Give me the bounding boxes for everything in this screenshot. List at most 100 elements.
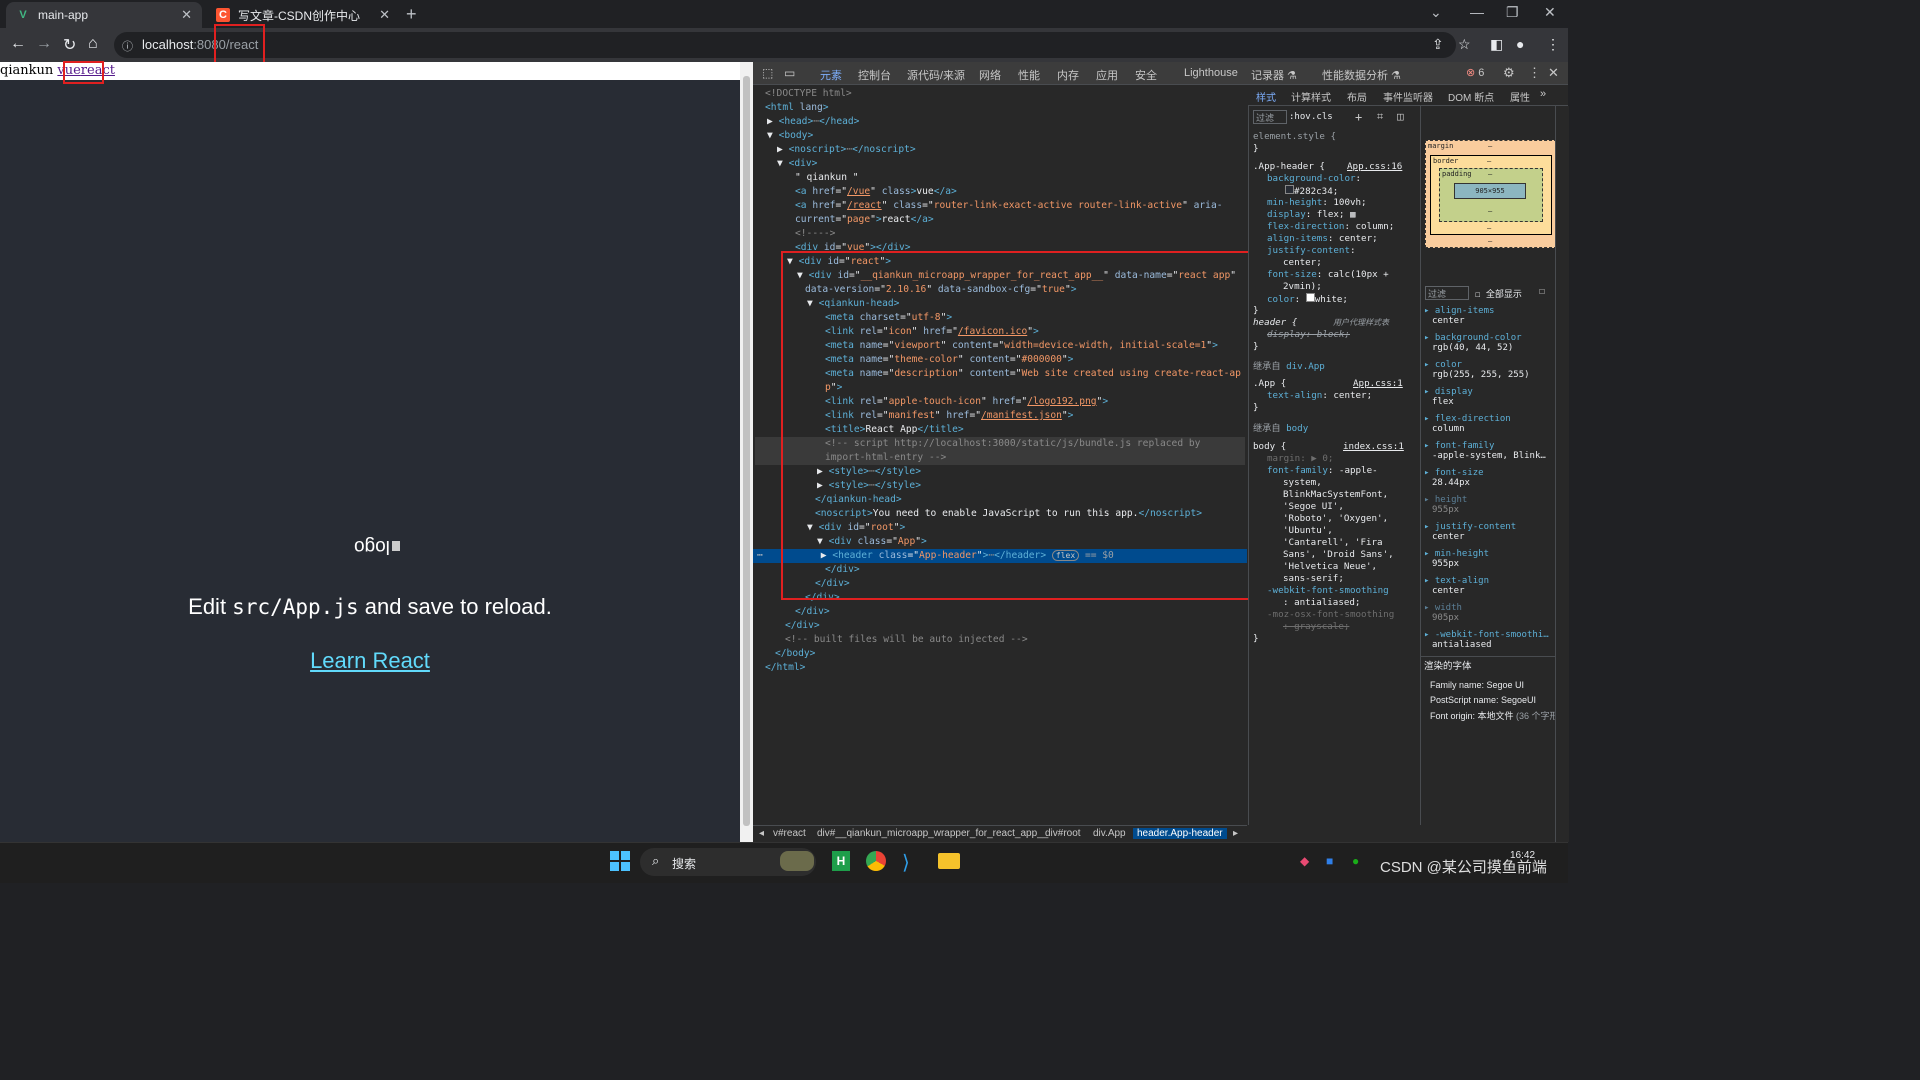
style-decl[interactable]: 'Cantarell', 'Fira — [1283, 537, 1383, 548]
style-rule[interactable]: header { — [1253, 317, 1297, 328]
home-icon[interactable]: ⌂ — [88, 35, 98, 53]
style-decl[interactable]: text-align: center; — [1267, 390, 1372, 401]
restore-icon[interactable]: ❐ — [1506, 4, 1519, 21]
more-tabs-icon[interactable]: » — [1540, 88, 1546, 100]
style-source-link[interactable]: App.css:1 — [1353, 378, 1403, 389]
style-decl[interactable]: display: flex; ▦ — [1267, 209, 1356, 220]
breadcrumb-item[interactable]: v#react — [773, 828, 806, 839]
style-decl[interactable]: sans-serif; — [1283, 573, 1344, 584]
windows-start-icon[interactable] — [610, 851, 630, 871]
scroll-thumb[interactable] — [743, 76, 750, 826]
close-window-icon[interactable]: ✕ — [1544, 4, 1556, 21]
dom-line[interactable]: </div> — [795, 605, 830, 619]
dom-line[interactable]: ▶ <head>⋯</head> — [767, 115, 859, 129]
dom-line[interactable]: <!----> — [795, 227, 835, 241]
paint-icon[interactable]: ⌗ — [1377, 110, 1383, 124]
style-decl[interactable]: -webkit-font-smoothing — [1267, 585, 1389, 596]
computed-property[interactable]: ▸ font-size 28.44px — [1424, 468, 1484, 488]
new-tab-button[interactable]: + — [406, 4, 417, 25]
style-decl[interactable]: display: block; — [1267, 329, 1350, 340]
chrome-icon[interactable] — [866, 851, 886, 871]
address-bar[interactable] — [114, 32, 1456, 58]
tab-event-listeners[interactable]: 事件监听器 — [1383, 89, 1433, 104]
tab-layout[interactable]: 布局 — [1347, 89, 1367, 104]
settings-gear-icon[interactable]: ⚙ — [1503, 65, 1515, 81]
close-tab-icon[interactable]: ✕ — [379, 7, 390, 23]
dom-line[interactable]: <a href="/react" class="router-link-exac… — [795, 199, 1223, 213]
style-decl[interactable]: 'Segoe UI', — [1283, 501, 1344, 512]
style-decl[interactable]: margin: ▶ 0; — [1267, 453, 1333, 464]
tab-performance[interactable]: 性能 — [1018, 67, 1040, 83]
tab-memory[interactable]: 内存 — [1057, 67, 1079, 83]
show-all-checkbox[interactable]: ☐ 全部显示 — [1475, 287, 1522, 300]
computed-property[interactable]: ▸ flex-direction column — [1424, 414, 1511, 434]
add-rule-icon[interactable]: + — [1355, 110, 1362, 124]
page-scrollbar[interactable] — [740, 62, 753, 842]
breadcrumb-scroll-right-icon[interactable]: ▸ — [1233, 828, 1238, 839]
device-toolbar-icon[interactable]: ▭ — [784, 66, 795, 80]
style-rule[interactable]: .App { — [1253, 378, 1286, 389]
style-decl[interactable]: 'Ubuntu', — [1283, 525, 1333, 536]
computed-property[interactable]: ▸ display flex — [1424, 387, 1473, 407]
computed-property[interactable]: ▸ height 955px — [1424, 495, 1467, 515]
group-checkbox[interactable]: ☐ — [1539, 286, 1545, 297]
sidebar-toggle-icon[interactable]: ◫ — [1397, 110, 1404, 123]
style-rule[interactable]: body { — [1253, 441, 1286, 452]
tab-sources[interactable]: 源代码/来源 — [907, 67, 965, 83]
style-decl[interactable]: justify-content: — [1267, 245, 1356, 256]
profile-icon[interactable]: ● — [1516, 36, 1524, 52]
computed-filter-input[interactable]: 过滤 — [1425, 286, 1469, 300]
computed-property[interactable]: ▸ text-align center — [1424, 576, 1489, 596]
style-decl[interactable]: system, — [1283, 477, 1322, 488]
computed-property[interactable]: ▸ color rgb(255, 255, 255) — [1424, 360, 1530, 380]
breadcrumb-scroll-left-icon[interactable]: ◂ — [759, 828, 764, 839]
style-rule[interactable]: element.style { — [1253, 131, 1336, 142]
style-decl[interactable]: : grayscale; — [1283, 621, 1349, 632]
dom-line[interactable]: " qiankun " — [795, 171, 859, 185]
style-decl[interactable]: 'Helvetica Neue', — [1283, 561, 1377, 572]
hbuilder-icon[interactable]: H — [832, 851, 850, 871]
reload-icon[interactable]: ↻ — [63, 35, 76, 55]
tray-app-icon[interactable]: ■ — [1326, 854, 1333, 868]
style-decl[interactable]: 'Roboto', 'Oxygen', — [1283, 513, 1388, 524]
tab-properties[interactable]: 属性 — [1510, 89, 1530, 104]
dom-line[interactable]: ▼ <div> — [777, 157, 817, 171]
style-decl[interactable]: Sans', 'Droid Sans', — [1283, 549, 1394, 560]
menu-icon[interactable]: ⋮ — [1546, 36, 1560, 53]
wechat-icon[interactable]: ● — [1352, 854, 1359, 868]
dom-line[interactable]: ▶ <noscript>⋯</noscript> — [777, 143, 916, 157]
style-decl[interactable]: flex-direction: column; — [1267, 221, 1394, 232]
dom-line[interactable]: <!-- built files will be auto injected -… — [785, 633, 1028, 647]
hov-toggle[interactable]: :hov — [1289, 112, 1311, 122]
computed-property[interactable]: ▸ min-height 955px — [1424, 549, 1489, 569]
dom-line[interactable]: <!DOCTYPE html> — [765, 87, 852, 101]
style-decl[interactable]: align-items: center; — [1267, 233, 1378, 244]
tab-dom-breakpoints[interactable]: DOM 断点 — [1448, 89, 1494, 104]
cls-toggle[interactable]: .cls — [1311, 112, 1333, 122]
style-decl[interactable]: -moz-osx-font-smoothing — [1267, 609, 1394, 620]
tab-recorder[interactable]: 记录器 ⚗ — [1251, 67, 1297, 83]
style-decl[interactable]: color: white; — [1267, 293, 1348, 305]
computed-property[interactable]: ▸ font-family -apple-system, Blink… — [1424, 441, 1546, 461]
style-source-link[interactable]: App.css:16 — [1347, 161, 1402, 172]
dom-line[interactable]: </html> — [765, 661, 805, 675]
close-devtools-icon[interactable]: ✕ — [1548, 65, 1559, 81]
error-badge[interactable]: ⊗ 6 — [1466, 66, 1484, 79]
back-icon[interactable]: ← — [10, 35, 26, 53]
info-icon[interactable]: ⓘ — [122, 38, 133, 54]
tab-search-icon[interactable]: ⌄ — [1430, 4, 1442, 21]
style-decl[interactable]: 2vmin); — [1283, 281, 1322, 292]
minimize-icon[interactable]: — — [1470, 4, 1484, 20]
computed-property[interactable]: ▸ background-color rgb(40, 44, 52) — [1424, 333, 1522, 353]
learn-react-link[interactable]: Learn React — [0, 648, 740, 674]
styles-filter-input[interactable]: 过滤 — [1253, 110, 1287, 124]
bookmark-star-icon[interactable]: ☆ — [1458, 36, 1471, 53]
dom-line[interactable]: </body> — [775, 647, 815, 661]
dom-line[interactable]: ▼ <body> — [767, 129, 813, 143]
devtools-scrollbar[interactable] — [1555, 106, 1569, 842]
style-decl[interactable]: font-family: -apple- — [1267, 465, 1378, 476]
tab-performance-insights[interactable]: 性能数据分析 ⚗ — [1322, 67, 1401, 83]
share-icon[interactable]: ⇪ — [1432, 36, 1444, 53]
inspect-element-icon[interactable]: ⬚ — [762, 66, 773, 80]
style-decl[interactable]: BlinkMacSystemFont, — [1283, 489, 1388, 500]
